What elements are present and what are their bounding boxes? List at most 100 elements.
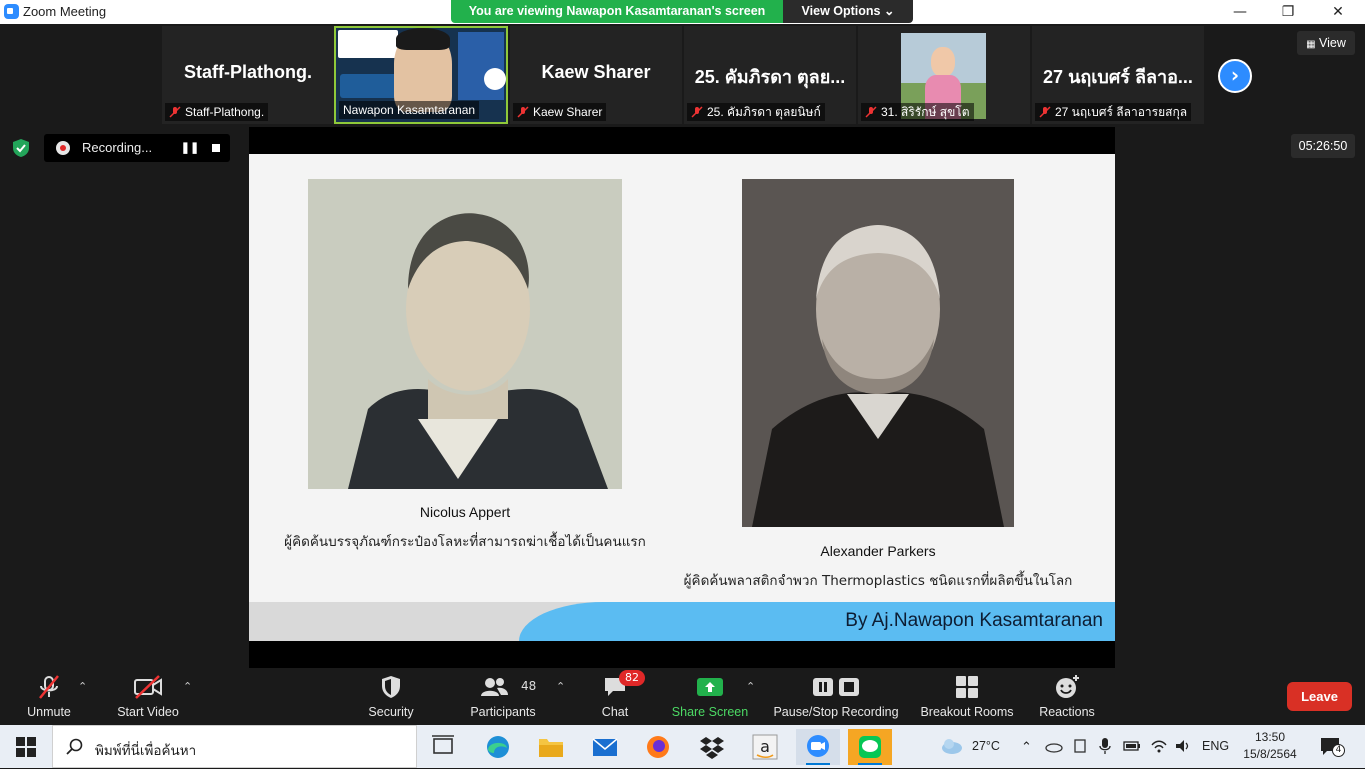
restore-icon[interactable]: ❐ [1265, 0, 1311, 24]
unmute-button[interactable]: Unmute [14, 668, 84, 725]
task-view-icon[interactable] [421, 729, 465, 765]
unmute-label: Unmute [27, 705, 71, 719]
share-screen-button[interactable]: Share Screen [666, 668, 754, 725]
view-label: View [1319, 36, 1346, 50]
svg-text:a: a [760, 737, 770, 756]
pause-stop-recording-icon [813, 678, 859, 696]
slide-byline: By Aj.Nawapon Kasamtaranan [845, 610, 1103, 631]
participant-name: Kaew Sharer [533, 105, 603, 119]
encryption-shield-icon[interactable] [11, 138, 31, 158]
pause-stop-recording-button[interactable]: Pause/Stop Recording [768, 668, 904, 725]
next-page-arrow-icon[interactable]: › [1218, 59, 1252, 93]
mic-muted-icon [865, 106, 877, 118]
input-language[interactable]: ENG [1202, 739, 1229, 753]
close-icon[interactable]: ✕ [1315, 0, 1361, 24]
recording-indicator: Recording... ❚❚ [44, 134, 230, 162]
breakout-rooms-label: Breakout Rooms [920, 705, 1014, 719]
stop-recording-icon[interactable] [206, 139, 226, 157]
zoom-taskbar-icon[interactable] [796, 729, 840, 765]
notification-count: 4 [1332, 744, 1345, 757]
shared-screen[interactable]: Nicolus Appert ผู้คิดค้นบรรจุภัณฑ์กระป๋อ… [249, 127, 1115, 668]
line-app-icon[interactable] [848, 729, 892, 765]
mic-muted-icon [39, 675, 59, 699]
reactions-label: Reactions [1039, 705, 1095, 719]
notifications-icon[interactable]: 4 [1319, 735, 1345, 759]
participant-nameplate: 31. สิริรักษ์ สุขโต [861, 103, 974, 121]
view-layout-button[interactable]: ▦ View [1297, 31, 1355, 55]
participant-tile[interactable]: 27 นฤเบศร์ ลีลาอ... 27 นฤเบศร์ ลีลาอารยส… [1032, 26, 1204, 124]
participant-nameplate: 25. คัมภิรดา ตุลยนิษก์ [687, 103, 825, 121]
participant-tile[interactable]: Kaew Sharer Kaew Sharer [510, 26, 682, 124]
participant-tile[interactable]: Staff-Plathong. Staff-Plathong. [162, 26, 334, 124]
reactions-smiley-icon [1056, 675, 1079, 698]
start-button[interactable] [0, 725, 52, 768]
participant-display-name: 25. คัมภิรดา ตุลย... [694, 67, 846, 87]
security-label: Security [368, 705, 414, 719]
volume-icon[interactable] [1174, 737, 1192, 755]
clock-date: 15/8/2564 [1243, 747, 1297, 761]
right-portrait-description: ผู้คิดค้นพลาสติกจำพวก Thermoplastics ชนิ… [683, 573, 1073, 589]
start-video-button[interactable]: Start Video [108, 668, 188, 725]
participant-name: 25. คัมภิรดา ตุลยนิษก์ [707, 105, 821, 119]
leave-meeting-button[interactable]: Leave [1287, 682, 1352, 711]
wifi-icon[interactable] [1150, 737, 1168, 755]
share-options-chevron-icon[interactable]: ⌃ [746, 680, 755, 693]
participants-options-chevron-icon[interactable]: ⌃ [556, 680, 565, 693]
weather-cloud-icon [940, 736, 964, 756]
taskbar-search-box[interactable]: พิมพ์ที่นี่เพื่อค้นหา [52, 725, 417, 768]
recording-label: Recording... [82, 140, 153, 155]
window-title: Zoom Meeting [23, 4, 107, 19]
share-screen-label: Share Screen [671, 705, 749, 719]
presentation-slide: Nicolus Appert ผู้คิดค้นบรรจุภัณฑ์กระป๋อ… [249, 154, 1115, 641]
start-video-label: Start Video [117, 705, 179, 719]
right-portrait-name: Alexander Parkers [820, 543, 936, 559]
taskbar-clock[interactable]: 13:50 15/8/2564 [1235, 729, 1305, 763]
windows-logo-icon [16, 737, 36, 757]
security-shield-icon [382, 676, 400, 698]
microphone-tray-icon[interactable] [1099, 737, 1111, 755]
participant-face [931, 47, 955, 77]
share-screen-icon [697, 678, 723, 696]
mic-muted-icon [1039, 106, 1051, 118]
meeting-toolbar: Unmute ⌃ Start Video ⌃ Security Particip… [0, 668, 1365, 725]
chat-label: Chat [601, 705, 629, 719]
video-options-chevron-icon[interactable]: ⌃ [183, 680, 192, 693]
pause-recording-icon[interactable]: ❚❚ [180, 139, 200, 157]
weather-temperature[interactable]: 27°C [972, 739, 1000, 753]
participant-nameplate: Kaew Sharer [513, 103, 607, 121]
participants-count: 48 [521, 679, 537, 693]
mic-muted-icon [169, 106, 181, 118]
grid-icon: ▦ [1306, 39, 1316, 50]
amazon-icon[interactable]: a [743, 729, 787, 765]
edge-browser-icon[interactable] [476, 729, 520, 765]
minimize-icon[interactable]: — [1217, 0, 1263, 24]
security-button[interactable]: Security [361, 668, 421, 725]
clock-time: 13:50 [1254, 730, 1286, 744]
participant-name: Staff-Plathong. [185, 105, 265, 119]
participant-tile[interactable]: 25. คัมภิรดา ตุลย... 25. คัมภิรดา ตุลยนิ… [684, 26, 856, 124]
firefox-icon[interactable] [636, 729, 680, 765]
dropbox-icon[interactable] [690, 729, 734, 765]
audio-options-chevron-icon[interactable]: ⌃ [78, 680, 87, 693]
participants-button[interactable]: Participants [465, 668, 541, 725]
mic-muted-icon [691, 106, 703, 118]
show-hidden-icons-chevron-icon[interactable]: ⌃ [1021, 739, 1032, 755]
engraving-portrait-image [308, 179, 622, 489]
mail-icon[interactable] [583, 729, 627, 765]
participant-name: 27 นฤเบศร์ ลีลาอารยสกุล [1055, 105, 1188, 119]
participants-icon [480, 678, 508, 696]
onedrive-cloud-icon[interactable] [1045, 738, 1063, 754]
portrait-nicolus-appert [308, 179, 622, 489]
file-explorer-icon[interactable] [529, 729, 573, 765]
reactions-button[interactable]: Reactions [1034, 668, 1100, 725]
participant-tile-active-speaker[interactable]: Nawapon Kasamtaranan [334, 26, 508, 124]
banner-logo [338, 30, 398, 58]
participant-tile[interactable]: 31. สิริรักษ์ สุขโต [858, 26, 1030, 124]
breakout-rooms-button[interactable]: Breakout Rooms [916, 668, 1018, 725]
participant-nameplate: Nawapon Kasamtaranan [339, 101, 480, 119]
view-options-button[interactable]: View Options ⌄ [783, 0, 913, 23]
device-icon[interactable] [1073, 738, 1087, 754]
portrait-alexander-parkers [742, 179, 1014, 527]
mic-muted-icon [517, 106, 529, 118]
battery-icon[interactable] [1123, 738, 1141, 754]
